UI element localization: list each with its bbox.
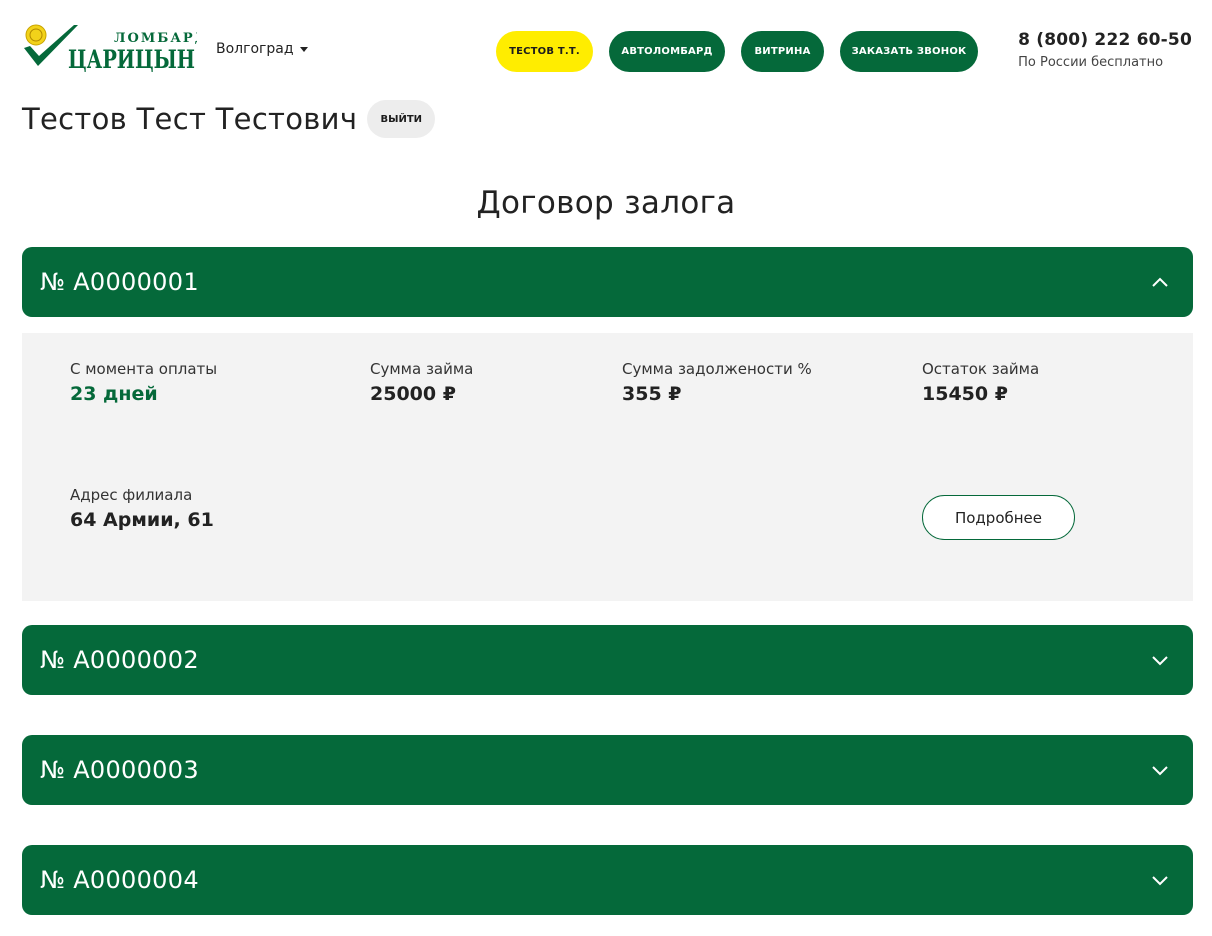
phone-number[interactable]: 8 (800) 222 60-50 [1018,30,1192,50]
checkmark-coin-logo-icon: ЛОМБАРД ЦАРИЦЫН [24,24,197,74]
loan-amount-value: 25000 ₽ [370,383,456,405]
since-payment-label: С момента оплаты [70,360,218,378]
branch-address-value: 64 Армии, 61 [70,509,214,531]
site-header: ЛОМБАРД ЦАРИЦЫН Волгоград ТЕСТОВ Т.Т. АВ… [0,0,1212,100]
order-call-button[interactable]: ЗАКАЗАТЬ ЗВОНОК [840,31,978,72]
nav-vitrina-button[interactable]: ВИТРИНА [741,31,824,72]
contract-number: № А0000002 [40,646,199,674]
contract-header-2[interactable]: № А0000002 [22,625,1193,695]
svg-text:ЦАРИЦЫН: ЦАРИЦЫН [68,45,195,74]
loan-remainder-value: 15450 ₽ [922,383,1008,405]
loan-amount-label: Сумма займа [370,360,474,378]
city-selector[interactable]: Волгоград [216,41,308,57]
since-payment: С момента оплаты 23 дней [70,360,217,405]
user-row: Тестов Тест Тестович ВЫЙТИ [22,100,436,138]
contract-header-3[interactable]: № А0000003 [22,735,1193,805]
nav-autolombard-button[interactable]: АВТОЛОМБАРД [609,31,725,72]
page-title: Договор залога [476,185,736,221]
loan-remainder-label: Остаток займа [922,360,1040,378]
contract-details-1: С момента оплаты 23 дней Сумма займа 250… [22,333,1193,601]
chevron-up-icon[interactable] [1145,267,1175,297]
user-profile-button[interactable]: ТЕСТОВ Т.Т. [496,31,593,72]
caret-down-icon [299,47,308,52]
contract-header-4[interactable]: № А0000004 [22,845,1193,915]
debt-percent-label: Сумма задолжености % [622,360,812,378]
contract-number: № А0000004 [40,866,199,894]
logout-button[interactable]: ВЫЙТИ [367,100,436,138]
debt-percent: Сумма задолжености % 355 ₽ [622,360,812,405]
details-button[interactable]: Подробнее [922,495,1075,540]
chevron-down-icon[interactable] [1145,755,1175,785]
loan-remainder: Остаток займа 15450 ₽ [922,360,1039,405]
contract-number: № А0000001 [40,268,199,296]
since-payment-value: 23 дней [70,383,158,405]
user-full-name: Тестов Тест Тестович [22,102,358,136]
debt-percent-value: 355 ₽ [622,383,682,405]
loan-amount: Сумма займа 25000 ₽ [370,360,473,405]
svg-text:ЛОМБАРД: ЛОМБАРД [114,31,197,46]
city-label: Волгоград [216,41,294,57]
logo[interactable]: ЛОМБАРД ЦАРИЦЫН [22,22,197,80]
branch-address-label: Адрес филиала [70,486,193,504]
phone-subtitle: По России бесплатно [1018,55,1164,70]
phone-block: 8 (800) 222 60-50 По России бесплатно [1018,30,1192,70]
contract-number: № А0000003 [40,756,199,784]
chevron-down-icon[interactable] [1145,865,1175,895]
branch-address: Адрес филиала 64 Армии, 61 [70,486,214,531]
chevron-down-icon[interactable] [1145,645,1175,675]
contract-header-1[interactable]: № А0000001 [22,247,1193,317]
